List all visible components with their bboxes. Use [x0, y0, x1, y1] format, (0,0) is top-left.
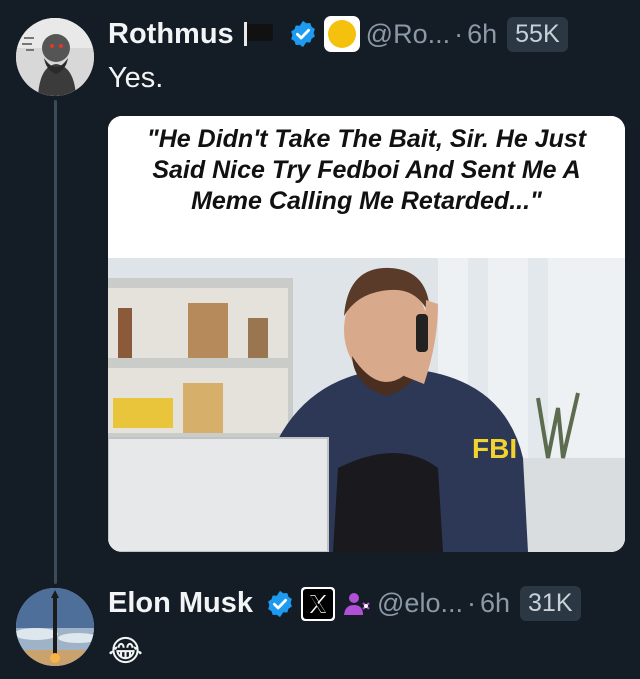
verified-badge-icon[interactable]	[259, 589, 295, 619]
avatar-elon-musk[interactable]	[16, 588, 94, 666]
timestamp[interactable]: 6h	[467, 19, 497, 50]
tweet-header-rothmus: Rothmus @Ro... · 6h 55K	[108, 16, 568, 52]
black-flag-icon	[240, 20, 276, 48]
avatar-sketch-image	[16, 18, 94, 96]
meme-photo: FBI	[108, 258, 625, 552]
user-handle[interactable]: @elo...	[377, 588, 463, 619]
separator-dot: ·	[454, 18, 464, 49]
verified-badge-icon[interactable]	[282, 19, 318, 49]
gold-circle-icon	[323, 16, 360, 52]
tweet-text-emoji: 😂	[108, 635, 144, 668]
tweet-media-meme[interactable]: "He Didn't Take The Bait, Sir. He Just S…	[108, 116, 625, 552]
user-handle[interactable]: @Ro...	[366, 19, 450, 50]
view-count-badge[interactable]: 55K	[507, 16, 568, 52]
x-logo-icon[interactable]	[301, 586, 336, 621]
meme-caption: "He Didn't Take The Bait, Sir. He Just S…	[108, 116, 625, 258]
avatar-rothmus[interactable]	[16, 18, 94, 96]
fbi-jacket-text: FBI	[472, 433, 517, 464]
tweet-text: Yes.	[108, 62, 164, 94]
timestamp[interactable]: 6h	[480, 588, 510, 619]
person-badge-icon	[341, 589, 371, 619]
thread-connector-line	[54, 100, 57, 584]
display-name[interactable]: Elon Musk	[108, 587, 253, 620]
separator-dot: ·	[466, 588, 476, 618]
tweet-header-elon: Elon Musk @elo... · 6h 31K	[108, 586, 581, 621]
view-count-badge[interactable]: 31K	[520, 586, 581, 621]
display-name[interactable]: Rothmus	[108, 18, 234, 51]
avatar-rocket-image	[16, 588, 94, 666]
